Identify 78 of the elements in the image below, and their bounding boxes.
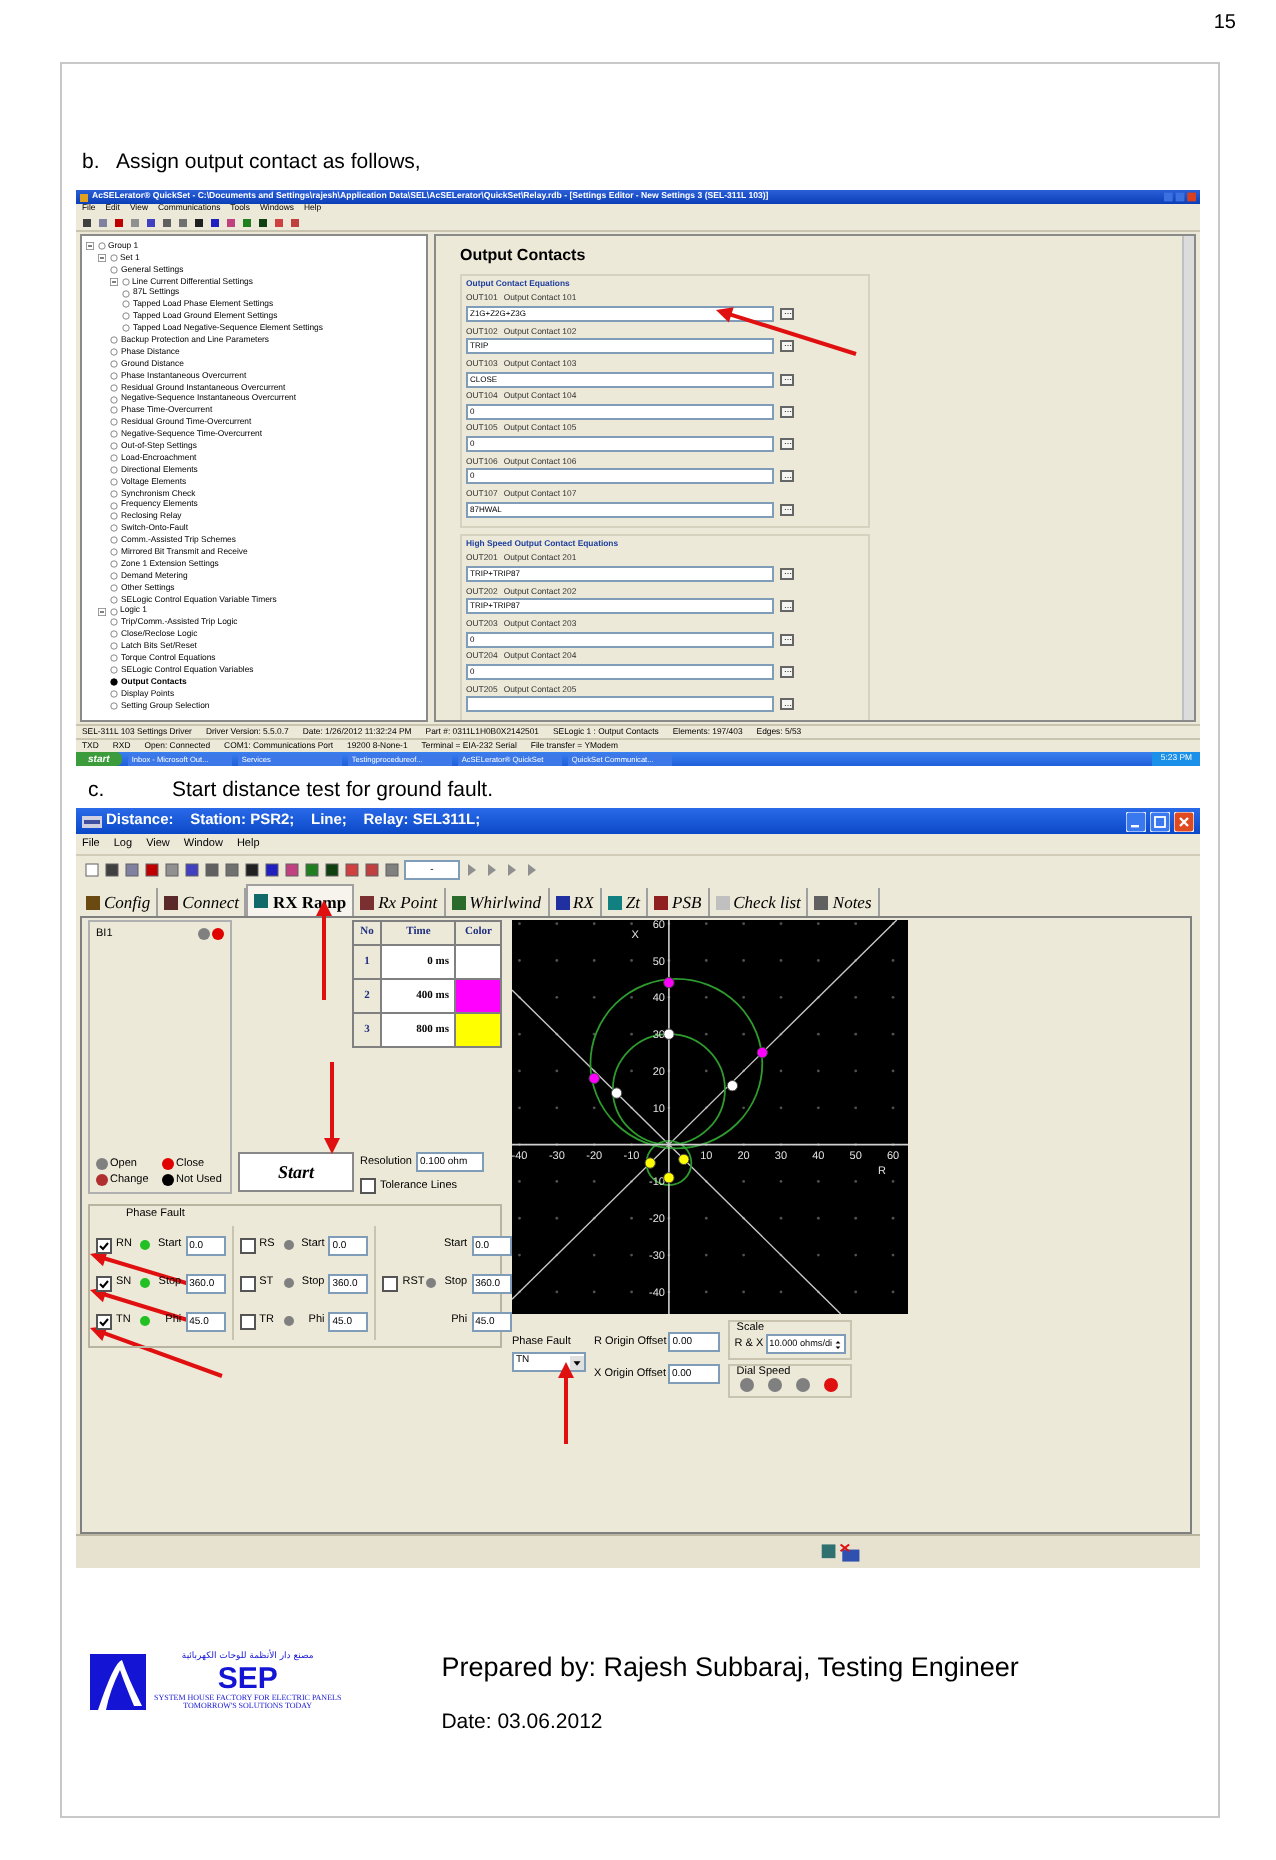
speed-option[interactable] <box>796 1378 811 1392</box>
tab[interactable]: Check list <box>709 888 809 916</box>
app-icon <box>80 193 88 201</box>
edit-button[interactable] <box>780 698 794 711</box>
tab-icon <box>451 895 466 909</box>
tab-icon <box>164 895 179 909</box>
edit-button[interactable] <box>780 600 794 613</box>
status-dot <box>283 1278 294 1288</box>
collapse-toggle-icon[interactable] <box>110 277 118 286</box>
checkbox[interactable] <box>239 1313 256 1329</box>
annotation-arrow <box>90 1325 223 1378</box>
tab[interactable]: Config <box>80 888 159 916</box>
tab-icon <box>86 895 100 909</box>
tab-icon <box>254 894 269 908</box>
status-dot <box>283 1316 294 1326</box>
collapse-toggle-icon[interactable] <box>86 241 94 250</box>
date-line: Date: 03.06.2012 <box>441 1710 605 1734</box>
annotation-arrow <box>716 307 857 356</box>
maximize-icon[interactable] <box>1150 811 1170 831</box>
edit-button[interactable] <box>780 470 794 483</box>
tab[interactable]: Whirlwind <box>445 888 550 916</box>
speed-option[interactable] <box>740 1378 755 1392</box>
tab-icon <box>360 895 375 909</box>
checkbox[interactable] <box>382 1275 399 1291</box>
tab-icon <box>607 895 622 909</box>
tab-icon <box>715 895 730 909</box>
status-dot <box>140 1278 150 1288</box>
edit-button[interactable] <box>780 340 794 353</box>
step-marker: c. <box>88 778 107 802</box>
tab[interactable]: PSB <box>648 888 710 916</box>
tab-icon <box>555 895 570 909</box>
panel-heading: Output Contacts <box>460 248 588 264</box>
edit-button[interactable] <box>780 666 794 679</box>
speed-option[interactable] <box>824 1378 839 1392</box>
status-dot <box>140 1240 150 1250</box>
dropdown-arrow-icon[interactable] <box>570 1355 584 1370</box>
tab[interactable]: Rx Point <box>354 888 446 916</box>
author-line: Prepared by: Rajesh Subbaraj, Testing Engineer <box>441 1652 1019 1682</box>
scrollbar[interactable] <box>1182 236 1194 720</box>
input-field[interactable] <box>466 696 774 713</box>
tab[interactable]: Zt <box>601 888 648 916</box>
edit-button[interactable] <box>780 568 794 581</box>
annotation-arrow <box>558 1362 574 1444</box>
color-swatch[interactable] <box>455 1013 501 1047</box>
minimize-icon[interactable] <box>1126 811 1146 831</box>
tab-icon <box>814 895 829 909</box>
tab[interactable]: RX <box>549 888 602 916</box>
checkbox[interactable] <box>360 1178 376 1194</box>
edit-button[interactable] <box>780 503 794 516</box>
collapse-toggle-icon[interactable] <box>98 607 106 616</box>
step-heading: Start distance test for ground fault. <box>172 778 494 802</box>
checkbox[interactable] <box>96 1275 112 1291</box>
checkbox[interactable] <box>239 1275 256 1291</box>
edit-button[interactable] <box>780 438 794 451</box>
edit-button[interactable] <box>780 373 794 385</box>
step-heading: Assign output contact as follows, <box>116 150 421 174</box>
step-marker: b. <box>82 150 102 174</box>
close-icon[interactable] <box>1174 811 1194 831</box>
tab-icon <box>654 895 668 909</box>
start-button[interactable]: Start <box>238 1152 354 1192</box>
page-number: 15 <box>1213 12 1236 34</box>
edit-button[interactable] <box>780 405 794 418</box>
spinner-arrows-icon[interactable] <box>834 1337 843 1351</box>
status-dot <box>426 1278 437 1288</box>
edit-button[interactable] <box>780 633 794 646</box>
annotation-arrow <box>324 1062 340 1154</box>
status-dot <box>140 1316 150 1326</box>
tab[interactable]: Notes <box>808 888 880 916</box>
color-swatch[interactable] <box>455 945 501 979</box>
speed-option[interactable] <box>768 1378 783 1392</box>
checkbox[interactable] <box>239 1237 256 1253</box>
checkbox[interactable] <box>96 1313 112 1329</box>
edit-button[interactable] <box>780 307 794 320</box>
collapse-toggle-icon[interactable] <box>98 253 106 262</box>
app-icon <box>82 815 102 827</box>
checkbox[interactable] <box>96 1237 112 1253</box>
color-swatch[interactable] <box>455 979 501 1013</box>
status-dot <box>283 1240 294 1250</box>
